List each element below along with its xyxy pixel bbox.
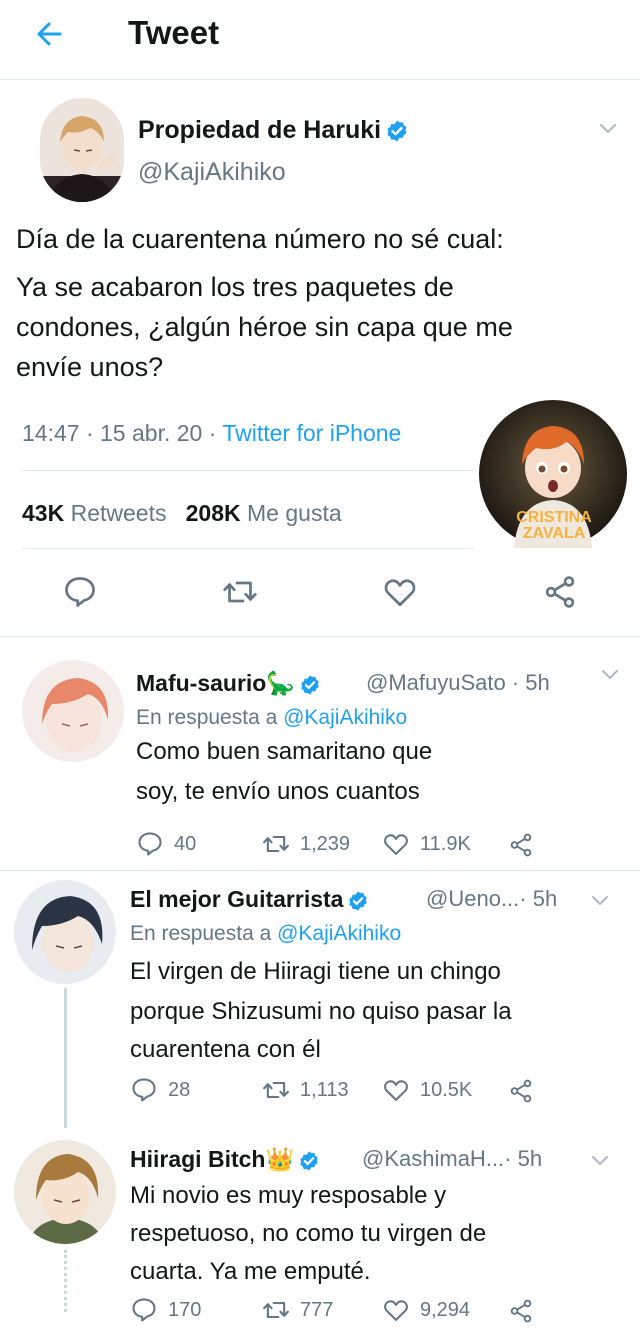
reply-avatar[interactable] xyxy=(14,880,116,984)
reply-text-line: cuarentena con él xyxy=(130,1036,321,1063)
reply-author-name[interactable]: El mejor Guitarrista xyxy=(130,886,369,913)
thread-continuation-dots xyxy=(64,1250,67,1312)
tweet-text-line: Día de la cuarentena número no sé cual: xyxy=(16,224,504,254)
watermark-text: CRISTINA ZAVALA xyxy=(516,509,592,542)
retweet-icon xyxy=(262,1296,290,1324)
reply-context: En respuesta a @KajiAkihiko xyxy=(136,706,408,729)
like-count[interactable]: 10.5K xyxy=(382,1076,472,1104)
reply-count[interactable]: 40 xyxy=(136,830,196,858)
reply-text-line: respetuoso, no como tu virgen de xyxy=(130,1220,487,1247)
reply-count[interactable]: 28 xyxy=(130,1076,190,1104)
like-icon xyxy=(382,830,410,858)
reply-icon[interactable] xyxy=(62,574,98,610)
like-icon[interactable] xyxy=(382,574,418,610)
share-icon[interactable] xyxy=(508,1078,534,1104)
like-count[interactable]: 9,294 xyxy=(382,1296,470,1324)
retweet-icon[interactable] xyxy=(222,574,258,610)
top-bar: Tweet xyxy=(0,0,640,80)
tweet-text-line: condones, ¿algún héroe sin capa que me xyxy=(16,312,513,342)
reply-avatar[interactable] xyxy=(14,1140,116,1244)
divider xyxy=(0,636,640,637)
verified-badge-icon xyxy=(299,674,321,696)
verified-badge-icon xyxy=(298,1150,320,1172)
tweet-text-line: Ya se acabaron los tres paquetes de xyxy=(16,272,454,302)
verified-badge-icon xyxy=(385,119,409,143)
tweet-source-link[interactable]: Twitter for iPhone xyxy=(222,420,401,446)
author-name[interactable]: Propiedad de Haruki xyxy=(138,116,409,145)
author-avatar[interactable] xyxy=(40,98,124,202)
reply-text-line: Como buen samaritano que xyxy=(136,738,433,765)
like-icon xyxy=(382,1296,410,1324)
share-icon[interactable] xyxy=(508,1298,534,1324)
reply-text-line: porque Shizusumi no quiso pasar la xyxy=(130,998,512,1025)
reply-icon xyxy=(136,830,164,858)
tweet-meta: 14:47 · 15 abr. 20 · Twitter for iPhone xyxy=(22,420,402,446)
reply-context: En respuesta a @KajiAkihiko xyxy=(130,922,402,945)
chevron-down-icon[interactable] xyxy=(588,1148,612,1172)
divider xyxy=(0,870,640,871)
reply-author-handle[interactable]: @MafuyuSato · 5h xyxy=(366,670,550,696)
share-icon[interactable] xyxy=(542,574,578,610)
back-arrow-icon[interactable] xyxy=(30,14,70,54)
chevron-down-icon[interactable] xyxy=(598,662,622,686)
divider xyxy=(22,470,474,471)
reply-icon xyxy=(130,1076,158,1104)
retweet-icon xyxy=(262,1076,290,1104)
retweet-count[interactable]: 1,113 xyxy=(262,1076,349,1104)
reply-author-handle[interactable]: @KashimaH...· 5h xyxy=(362,1146,542,1172)
reply-icon xyxy=(130,1296,158,1324)
retweet-count[interactable]: 777 xyxy=(262,1296,333,1324)
tweet-text-line: envíe unos? xyxy=(16,352,164,382)
chevron-down-icon[interactable] xyxy=(588,888,612,912)
tweet-stats: 43K Retweets 208K Me gusta xyxy=(22,500,342,526)
reply-count[interactable]: 170 xyxy=(130,1296,201,1324)
reply-text-line: soy, te envío unos cuantos xyxy=(136,778,420,805)
retweets-count[interactable]: 43K xyxy=(22,500,64,526)
like-icon xyxy=(382,1076,410,1104)
page-title: Tweet xyxy=(128,14,220,51)
verified-badge-icon xyxy=(347,890,369,912)
like-count[interactable]: 11.9K xyxy=(382,830,471,858)
retweet-icon xyxy=(262,830,290,858)
mention-link[interactable]: @KajiAkihiko xyxy=(283,706,407,729)
mention-link[interactable]: @KajiAkihiko xyxy=(277,922,401,945)
retweet-count[interactable]: 1,239 xyxy=(262,830,350,858)
reply-author-name[interactable]: Mafu-saurio🦕 xyxy=(136,670,321,697)
reply-author-handle[interactable]: @Ueno...· 5h xyxy=(426,886,557,912)
reply-avatar[interactable] xyxy=(22,660,124,762)
reply-text-line: cuarta. Ya me emputé. xyxy=(130,1258,371,1285)
reply-text-line: El virgen de Hiiragi tiene un chingo xyxy=(130,958,501,985)
divider xyxy=(22,548,474,549)
chevron-down-icon[interactable] xyxy=(596,116,620,140)
likes-count[interactable]: 208K xyxy=(186,500,241,526)
author-handle[interactable]: @KajiAkihiko xyxy=(138,158,286,187)
reply-text-line: Mi novio es muy resposable y xyxy=(130,1182,447,1209)
reply-author-name[interactable]: Hiiragi Bitch👑 xyxy=(130,1146,320,1173)
thread-line xyxy=(64,988,67,1128)
share-icon[interactable] xyxy=(508,832,534,858)
